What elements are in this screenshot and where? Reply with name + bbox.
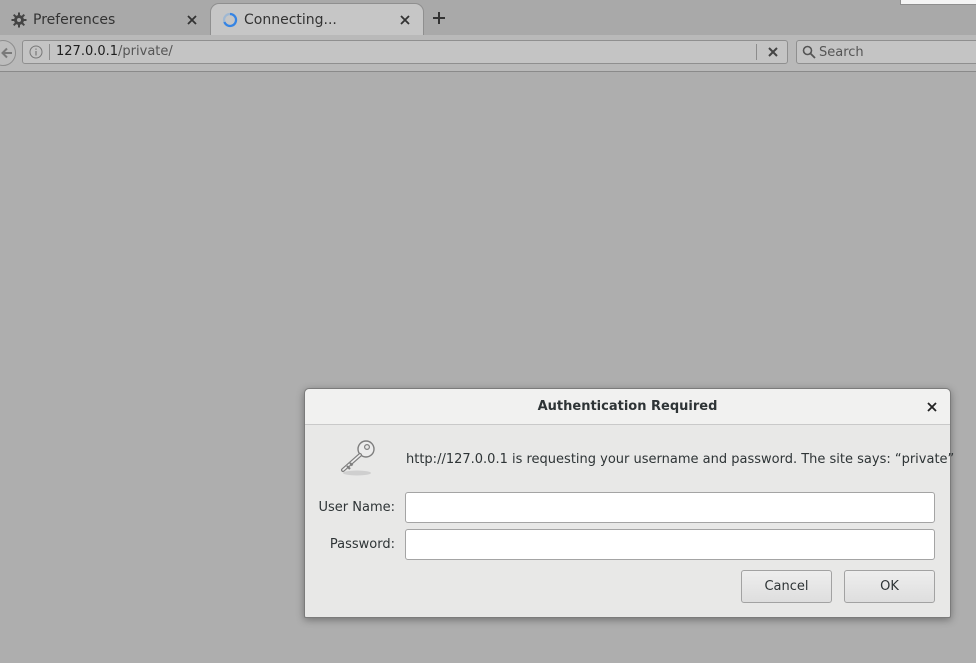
tab-label: Connecting...	[244, 12, 337, 28]
navigation-bar: 127.0.0.1/private/	[0, 35, 976, 72]
tab-preferences[interactable]: Preferences	[0, 4, 210, 35]
username-label: User Name:	[318, 500, 396, 515]
close-icon	[927, 402, 937, 412]
url-bar[interactable]: 127.0.0.1/private/	[22, 40, 788, 64]
dialog-close-button[interactable]	[924, 399, 940, 415]
back-arrow-icon	[1, 47, 12, 59]
new-tab-button[interactable]	[429, 8, 449, 28]
tab-strip: Preferences Connecting...	[0, 0, 976, 36]
url-separator	[756, 44, 757, 60]
back-button[interactable]	[0, 40, 16, 66]
authentication-dialog: Authentication Required http://127.0.0.1…	[304, 388, 955, 618]
search-bar[interactable]	[796, 40, 976, 64]
url-path: /private/	[118, 44, 173, 59]
username-input[interactable]	[405, 492, 935, 523]
dialog-title: Authentication Required	[537, 399, 718, 414]
url-text[interactable]: 127.0.0.1/private/	[56, 44, 173, 59]
info-icon[interactable]	[29, 45, 43, 59]
loading-spinner-icon	[221, 11, 239, 29]
url-host: 127.0.0.1	[56, 44, 119, 59]
key-icon	[341, 440, 375, 476]
close-icon	[768, 47, 778, 57]
close-tab-icon[interactable]	[184, 12, 200, 28]
close-tab-icon[interactable]	[397, 12, 413, 28]
window-corner	[900, 0, 976, 5]
ok-button[interactable]: OK	[844, 570, 935, 603]
dialog-message: http://127.0.0.1 is requesting your user…	[406, 452, 955, 467]
search-input[interactable]	[819, 43, 976, 61]
cancel-button[interactable]: Cancel	[741, 570, 832, 603]
tab-connecting[interactable]: Connecting...	[210, 3, 424, 36]
gear-icon	[10, 11, 28, 29]
plus-icon	[433, 12, 445, 24]
password-label: Password:	[329, 537, 395, 552]
password-input[interactable]	[405, 529, 935, 560]
tab-label: Preferences	[33, 11, 116, 28]
stop-loading-button[interactable]	[765, 44, 781, 60]
search-icon	[802, 45, 816, 59]
url-separator	[49, 44, 50, 60]
dialog-titlebar: Authentication Required	[305, 389, 950, 425]
